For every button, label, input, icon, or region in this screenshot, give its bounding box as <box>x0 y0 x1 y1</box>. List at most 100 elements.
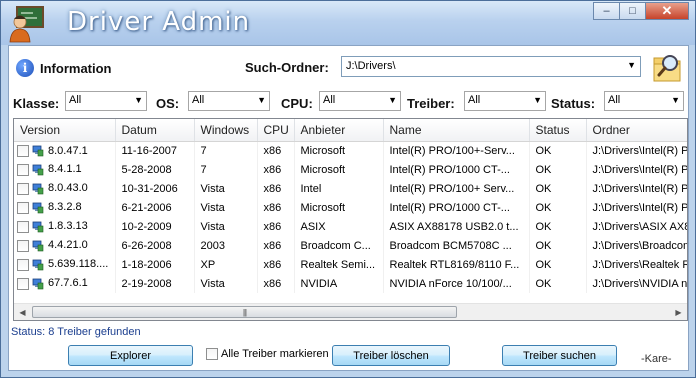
filter-bar: Klasse: All ▼ OS: All ▼ CPU: All ▼ Treiber:… <box>13 91 688 115</box>
column-header-date[interactable]: Datum <box>115 119 195 142</box>
maximize-button[interactable]: □ <box>619 2 645 20</box>
cell-windows: Vista <box>194 198 258 217</box>
scroll-left-icon[interactable]: ◀ <box>14 304 31 320</box>
row-checkbox[interactable] <box>17 144 29 157</box>
cell-name: ASIX AX88178 USB2.0 t... <box>383 217 530 236</box>
cell-cpu: x86 <box>257 236 295 255</box>
status-filter-value: All <box>608 94 621 106</box>
mark-all-checkbox-row[interactable]: Alle Treiber markieren <box>206 348 329 360</box>
maximize-icon: □ <box>629 5 636 17</box>
column-header-version[interactable]: Version <box>14 119 116 142</box>
title-bar[interactable]: Driver Admin – □ ✕ <box>1 1 695 45</box>
cell-cpu: x86 <box>257 198 295 217</box>
cell-windows: Vista <box>194 274 258 293</box>
cell-version: 1.8.3.13 <box>14 217 116 236</box>
cell-version: 8.4.1.1 <box>14 160 116 179</box>
cell-status: OK <box>529 236 587 255</box>
information-link[interactable]: i Information <box>16 59 112 77</box>
horizontal-scrollbar[interactable]: ◀ ||| ▶ <box>14 303 687 320</box>
column-header-folder[interactable]: Ordner <box>586 119 687 142</box>
driver-filter-select[interactable]: All ▼ <box>464 91 546 111</box>
column-header-cpu[interactable]: CPU <box>257 119 295 142</box>
network-device-icon <box>32 145 44 157</box>
cell-cpu: x86 <box>257 160 295 179</box>
chevron-down-icon[interactable]: ▼ <box>627 60 636 70</box>
table-row[interactable]: 8.3.2.8 6-21-2006 Vista x86 Microsoft Intel(R… <box>14 198 687 217</box>
folder-search-icon[interactable] <box>651 50 683 84</box>
network-device-icon <box>32 202 44 213</box>
column-header-status[interactable]: Status <box>529 119 587 142</box>
search-folder-label: Such-Ordner: <box>245 60 329 75</box>
network-device-icon <box>32 164 44 175</box>
scroll-right-icon[interactable]: ▶ <box>670 304 687 320</box>
column-header-name[interactable]: Name <box>383 119 530 142</box>
cell-date: 10-31-2006 <box>115 179 195 198</box>
search-folder-combobox[interactable]: J:\Drivers\ ▼ <box>341 56 641 77</box>
cell-status: OK <box>529 179 587 198</box>
explorer-button[interactable]: Explorer <box>68 345 193 366</box>
cpu-filter-value: All <box>323 94 336 106</box>
cell-folder: J:\Drivers\Intel(R) P <box>586 160 687 179</box>
row-checkbox[interactable] <box>17 182 29 195</box>
cell-status: OK <box>529 217 587 236</box>
version-text: 8.0.43.0 <box>48 182 88 195</box>
close-button[interactable]: ✕ <box>645 2 689 20</box>
cell-vendor: Microsoft <box>294 141 384 160</box>
admin-person-icon <box>9 6 44 43</box>
table-row[interactable]: 8.0.47.1 11-16-2007 7 x86 Microsoft Intel(R) … <box>14 141 687 160</box>
row-checkbox[interactable] <box>17 163 29 176</box>
chevron-down-icon: ▼ <box>533 95 542 105</box>
column-header-vendor[interactable]: Anbieter <box>294 119 384 142</box>
chevron-down-icon: ▼ <box>671 95 680 105</box>
cell-vendor: NVIDIA <box>294 274 384 293</box>
cell-folder: J:\Drivers\Intel(R) P <box>586 198 687 217</box>
os-filter-label: OS: <box>156 96 180 111</box>
table-row[interactable]: 1.8.3.13 10-2-2009 Vista x86 ASIX ASIX AX8817… <box>14 217 687 236</box>
cell-status: OK <box>529 198 587 217</box>
status-filter-select[interactable]: All ▼ <box>604 91 684 111</box>
cell-folder: J:\Drivers\Intel(R) P <box>586 179 687 198</box>
cell-date: 11-16-2007 <box>115 141 195 160</box>
cpu-filter-label: CPU: <box>281 96 313 111</box>
version-text: 67.7.6.1 <box>48 277 88 290</box>
table-row[interactable]: 8.0.43.0 10-31-2006 Vista x86 Intel Intel(R) … <box>14 179 687 198</box>
mark-all-checkbox[interactable] <box>206 348 218 360</box>
status-filter-label: Status: <box>551 96 596 111</box>
row-checkbox[interactable] <box>17 277 29 290</box>
table-row[interactable]: 67.7.6.1 2-19-2008 Vista x86 NVIDIA NVIDIA nF… <box>14 274 687 293</box>
window-title: Driver Admin <box>67 7 251 37</box>
table-row[interactable]: 8.4.1.1 5-28-2008 7 x86 Microsoft Intel(R) PR… <box>14 160 687 179</box>
search-drivers-button[interactable]: Treiber suchen <box>502 345 617 366</box>
row-checkbox[interactable] <box>17 239 29 252</box>
cpu-filter-select[interactable]: All ▼ <box>319 91 401 111</box>
class-filter-select[interactable]: All ▼ <box>65 91 147 111</box>
version-text: 1.8.3.13 <box>48 220 88 233</box>
table-row[interactable]: 4.4.21.0 6-26-2008 2003 x86 Broadcom C... Bro… <box>14 236 687 255</box>
cell-cpu: x86 <box>257 141 295 160</box>
os-filter-select[interactable]: All ▼ <box>188 91 270 111</box>
cell-date: 1-18-2006 <box>115 255 195 274</box>
table-row[interactable]: 5.639.118.... 1-18-2006 XP x86 Realtek Semi.… <box>14 255 687 274</box>
driver-list[interactable]: Version Datum Windows CPU Anbieter Name … <box>13 118 688 321</box>
row-checkbox[interactable] <box>17 258 29 271</box>
cell-folder: J:\Drivers\Broadcom <box>586 236 687 255</box>
cell-name: NVIDIA nForce 10/100/... <box>383 274 530 293</box>
search-folder-value: J:\Drivers\ <box>346 60 396 72</box>
delete-drivers-button[interactable]: Treiber löschen <box>332 345 450 366</box>
minimize-button[interactable]: – <box>593 2 619 20</box>
version-text: 8.0.47.1 <box>48 144 88 157</box>
network-device-icon <box>32 240 44 251</box>
row-checkbox[interactable] <box>17 201 29 214</box>
driver-table: Version Datum Windows CPU Anbieter Name … <box>14 119 687 293</box>
cell-windows: XP <box>194 255 258 274</box>
column-header-windows[interactable]: Windows <box>194 119 258 142</box>
cell-status: OK <box>529 141 587 160</box>
class-filter-label: Klasse: <box>13 96 60 111</box>
os-filter-value: All <box>192 94 205 106</box>
scrollbar-thumb[interactable]: ||| <box>32 306 457 318</box>
row-checkbox[interactable] <box>17 220 29 233</box>
cell-folder: J:\Drivers\ASIX AX8 <box>586 217 687 236</box>
cell-windows: 2003 <box>194 236 258 255</box>
cell-windows: 7 <box>194 141 258 160</box>
driver-filter-label: Treiber: <box>407 96 455 111</box>
